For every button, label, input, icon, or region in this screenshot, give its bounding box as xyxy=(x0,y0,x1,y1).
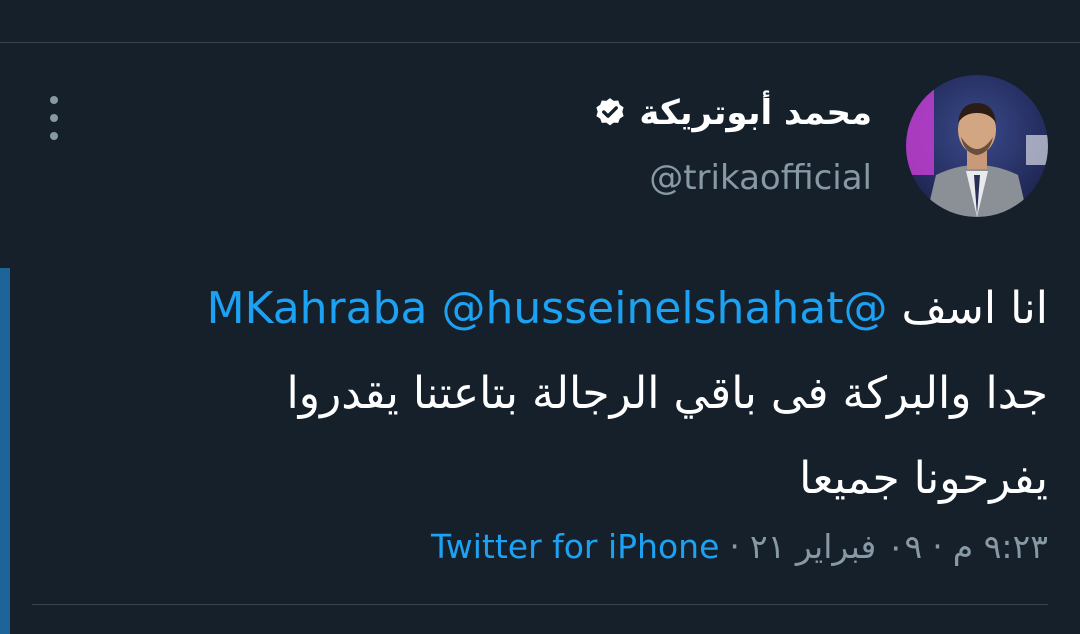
tweet-meta: ٩:٢٣ م · ٠٩ فبراير ٢١ · Twitter for iPho… xyxy=(431,520,1048,572)
avatar-photo xyxy=(906,75,1048,217)
mention-link[interactable]: @husseinelshahat xyxy=(442,283,844,334)
author-avatar[interactable] xyxy=(906,75,1048,217)
verified-badge-icon xyxy=(596,98,624,126)
tweet-text-start: انا اسف xyxy=(901,283,1048,334)
tweet-text: انا اسف @MKahraba @husseinelshahat جدا و… xyxy=(28,266,1048,521)
tweet-line-2: جدا والبركة فى باقي الرجالة بتاعتنا يقدر… xyxy=(286,368,1048,419)
tweet-time: ٩:٢٣ م xyxy=(952,526,1048,566)
bottom-divider xyxy=(32,604,1048,605)
author-display-name[interactable]: محمد أبوتريكة xyxy=(639,93,872,133)
meta-separator: · xyxy=(932,526,943,566)
tweet-source-link[interactable]: Twitter for iPhone xyxy=(431,527,719,566)
tweet-line-3: يفرحونا جميعا xyxy=(799,453,1048,504)
author-handle[interactable]: @trikaofficial xyxy=(649,158,872,198)
meta-separator: · xyxy=(729,526,740,566)
tweet-date: ٠٩ فبراير ٢١ xyxy=(749,526,923,566)
more-options-icon[interactable] xyxy=(43,96,65,140)
tweet-line-1: انا اسف @MKahraba @husseinelshahat xyxy=(28,266,1048,351)
top-divider xyxy=(0,42,1080,43)
author-name-row[interactable]: محمد أبوتريكة xyxy=(593,88,872,138)
thread-indicator xyxy=(0,268,10,634)
